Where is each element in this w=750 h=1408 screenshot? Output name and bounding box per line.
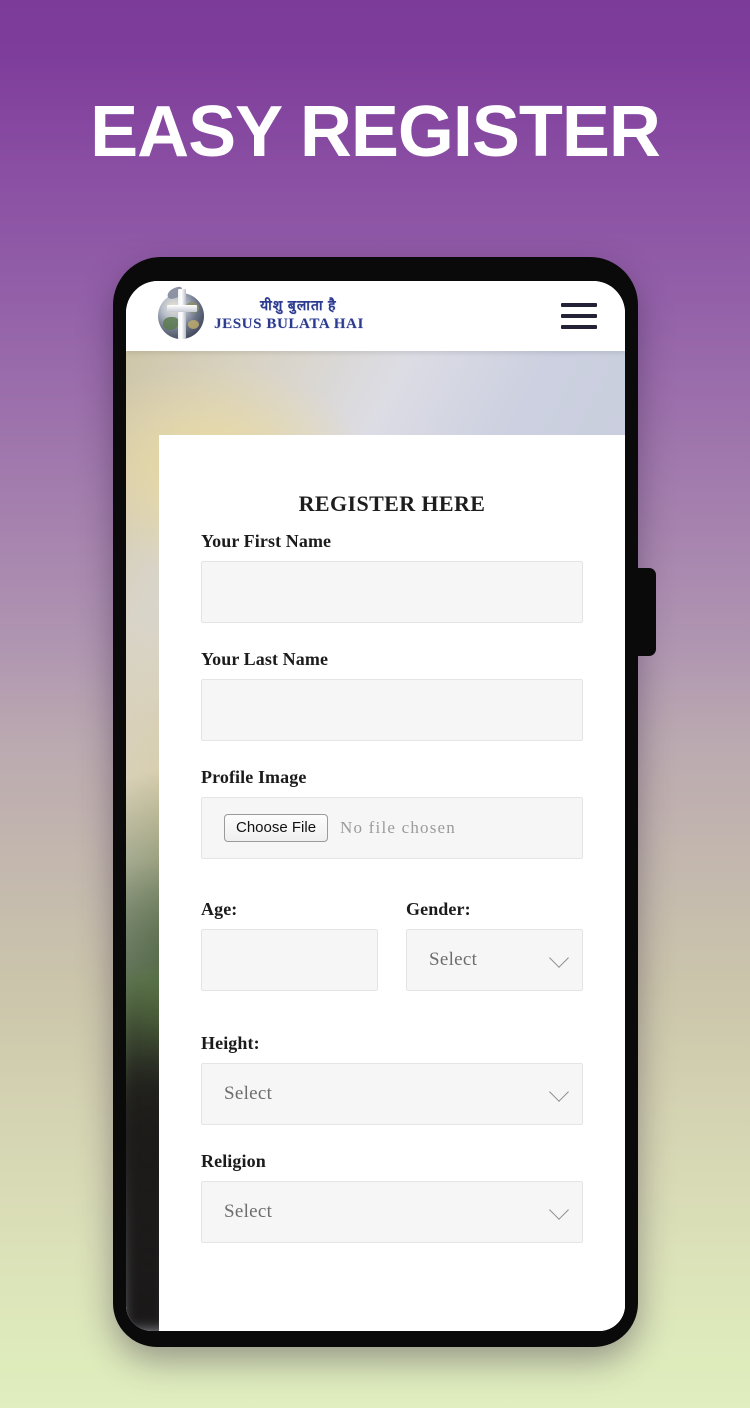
promo-headline: EASY REGISTER <box>90 92 661 172</box>
globe-landmass-icon <box>188 320 199 329</box>
gender-select-value: Select <box>429 949 478 970</box>
profile-image-file-field[interactable]: Choose File No file chosen <box>201 797 583 859</box>
height-label: Height: <box>201 1033 260 1053</box>
brand-lockup[interactable]: यीशु बुलाता है JESUS BULATA HAI <box>158 285 364 339</box>
cross-vertical-icon <box>178 289 186 339</box>
phone-device-frame: यीशु बुलाता है JESUS BULATA HAI REGISTER… <box>113 257 656 1347</box>
gender-select[interactable]: Select <box>406 929 583 991</box>
chevron-down-icon <box>549 948 569 968</box>
chevron-down-icon <box>549 1082 569 1102</box>
page-title: REGISTER HERE <box>298 491 486 516</box>
height-select[interactable]: Select <box>201 1063 583 1125</box>
age-label: Age: <box>201 899 238 919</box>
globe-landmass-icon <box>163 317 179 330</box>
hamburger-menu-icon[interactable] <box>561 303 597 329</box>
globe-cross-icon <box>158 285 204 339</box>
gender-field-group: Gender: Select <box>406 899 583 1017</box>
power-button[interactable] <box>634 568 656 656</box>
age-gender-row: Age: Gender: Select <box>201 899 583 1017</box>
gender-label: Gender: <box>406 899 471 919</box>
first-name-label: Your First Name <box>201 531 332 551</box>
app-header: यीशु बुलाता है JESUS BULATA HAI <box>126 281 625 351</box>
first-name-input[interactable] <box>201 561 583 623</box>
phone-screen: यीशु बुलाता है JESUS BULATA HAI REGISTER… <box>126 281 625 1331</box>
last-name-input[interactable] <box>201 679 583 741</box>
chevron-down-icon <box>549 1200 569 1220</box>
brand-text-block: यीशु बुलाता है JESUS BULATA HAI <box>214 300 364 332</box>
row-spacer <box>201 1017 583 1033</box>
age-input[interactable] <box>201 929 378 991</box>
hamburger-bar <box>561 303 597 307</box>
brand-name-english: JESUS BULATA HAI <box>214 316 364 332</box>
hamburger-bar <box>561 325 597 329</box>
religion-select[interactable]: Select <box>201 1181 583 1243</box>
promo-canvas: EASY REGISTER यीशु बुलाता है JESUS BULAT… <box>0 0 750 1408</box>
height-select-value: Select <box>224 1083 273 1104</box>
choose-file-button[interactable]: Choose File <box>224 813 329 843</box>
file-status-text: No file chosen <box>340 818 456 837</box>
hamburger-bar <box>561 314 597 318</box>
age-field-group: Age: <box>201 899 378 1017</box>
cross-horizontal-icon <box>167 305 197 312</box>
religion-label: Religion <box>201 1151 266 1171</box>
register-form-card: REGISTER HERE Your First Name Your Last … <box>159 435 625 1331</box>
last-name-label: Your Last Name <box>201 649 329 669</box>
brand-name-hindi: यीशु बुलाता है <box>260 299 337 314</box>
profile-image-label: Profile Image <box>201 767 307 787</box>
page-background: REGISTER HERE Your First Name Your Last … <box>126 351 625 1331</box>
religion-select-value: Select <box>224 1201 273 1222</box>
